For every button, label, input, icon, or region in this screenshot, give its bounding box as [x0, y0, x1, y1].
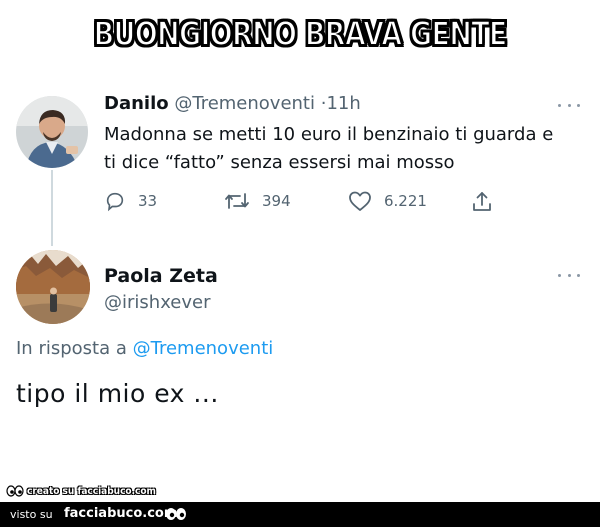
replying-to-link[interactable]: @Tremenoventi	[133, 338, 274, 359]
like-icon	[349, 191, 371, 211]
tweet-author-name[interactable]: Danilo	[104, 93, 169, 114]
reply-count: 33	[138, 192, 158, 210]
footer-bar: visto su facciabuco.com	[0, 502, 600, 527]
meme-caption: BUONGIORNO BRAVA GENTE	[93, 13, 509, 54]
reply-icon	[106, 192, 124, 212]
thread-line	[51, 170, 53, 246]
tweet-time[interactable]: 11h	[326, 93, 360, 114]
retweet-button[interactable]: 394	[224, 190, 291, 212]
retweet-icon	[225, 193, 249, 209]
footer-site-link[interactable]: facciabuco.com	[64, 506, 177, 521]
replying-to-line: In risposta a @Tremenoventi	[16, 338, 273, 359]
watermark: creato su facciabuco.com	[6, 485, 156, 497]
reply-button[interactable]: 33	[104, 190, 157, 212]
tweet-more-icon[interactable]	[558, 100, 580, 110]
retweet-count: 394	[262, 192, 291, 210]
facciabuco-eyes-icon	[6, 485, 24, 497]
share-button[interactable]	[470, 190, 494, 214]
like-count: 6.221	[384, 192, 427, 210]
tweet-header: Danilo @Tremenoventi ·11h	[104, 93, 361, 114]
reply-text: tipo il mio ex ...	[16, 379, 219, 408]
reply-author-name[interactable]: Paola Zeta	[104, 265, 218, 287]
footer-eyes-icon	[166, 508, 186, 520]
footer-visto-su: visto su	[10, 508, 53, 521]
watermark-text: creato su facciabuco.com	[27, 485, 156, 497]
paola-avatar[interactable]	[16, 250, 90, 324]
replying-to-prefix: In risposta a	[16, 338, 127, 359]
tweet-text-line-1: Madonna se metti 10 euro il benzinaio ti…	[104, 124, 554, 145]
reply-author-handle[interactable]: @irishxever	[104, 292, 211, 313]
tweet-author-handle[interactable]: @Tremenoventi	[174, 93, 315, 114]
danilo-avatar[interactable]	[16, 96, 88, 168]
share-icon	[473, 192, 491, 211]
like-button[interactable]: 6.221	[348, 190, 427, 212]
reply-more-icon[interactable]	[558, 270, 580, 280]
tweet-text-line-2: ti dice “fatto” senza essersi mai mosso	[104, 152, 455, 173]
